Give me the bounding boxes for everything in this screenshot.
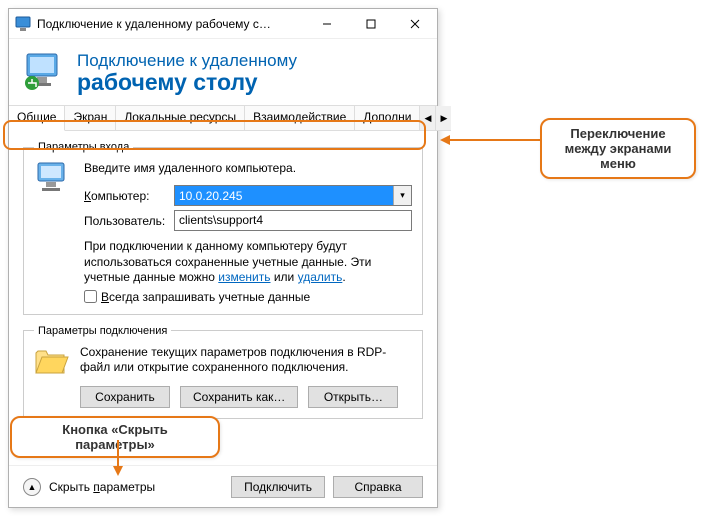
user-field: clients\support4 <box>174 210 412 231</box>
close-button[interactable] <box>393 9 437 39</box>
annotation-arrow-down <box>112 440 114 472</box>
rdp-app-icon <box>15 16 31 32</box>
help-button[interactable]: Справка <box>333 476 423 498</box>
tab-general[interactable]: Общие <box>9 106 65 131</box>
annotation-callout-hide: Кнопка «Скрыть параметры» <box>10 416 220 458</box>
titlebar: Подключение к удаленному рабочему с… <box>9 9 437 39</box>
link-delete-credentials[interactable]: удалить <box>298 270 343 284</box>
connection-text: Сохранение текущих параметров подключени… <box>80 345 412 376</box>
tab-scroll: ◀ ▶ <box>419 106 451 131</box>
computer-input[interactable] <box>175 186 393 205</box>
link-edit-credentials[interactable]: изменить <box>218 270 270 284</box>
tab-scroll-left[interactable]: ◀ <box>419 106 435 130</box>
computer-combobox[interactable]: ▾ <box>174 185 412 206</box>
header-text: Подключение к удаленному рабочему столу <box>77 51 297 94</box>
connection-group: Параметры подключения Сохранение текущих… <box>23 325 423 419</box>
window-title: Подключение к удаленному рабочему с… <box>37 17 305 31</box>
login-intro: Введите имя удаленного компьютера. <box>84 161 412 175</box>
tab-experience[interactable]: Взаимодействие <box>245 106 355 131</box>
always-ask-checkbox[interactable] <box>84 290 97 303</box>
header-line1: Подключение к удаленному <box>77 51 297 71</box>
connect-button[interactable]: Подключить <box>231 476 325 498</box>
tab-content: Параметры входа Введите имя удаленного к… <box>9 131 437 431</box>
tab-scroll-right[interactable]: ▶ <box>435 106 451 130</box>
minimize-button[interactable] <box>305 9 349 39</box>
login-group: Параметры входа Введите имя удаленного к… <box>23 141 423 315</box>
hide-params-label[interactable]: Скрыть параметры <box>49 480 155 494</box>
computer-icon <box>34 161 74 200</box>
rdp-header-icon <box>23 52 67 92</box>
computer-dropdown-button[interactable]: ▾ <box>393 186 411 205</box>
open-button[interactable]: Открыть… <box>308 386 398 408</box>
window-controls <box>305 9 437 39</box>
credentials-note: При подключении к данному компьютеру буд… <box>84 239 412 286</box>
tab-advanced[interactable]: Дополни <box>355 106 419 131</box>
hide-params-toggle[interactable]: ▲ <box>23 478 41 496</box>
folder-icon <box>34 345 70 380</box>
user-label: Пользователь: <box>84 214 174 228</box>
footer: ▲ Скрыть параметры Подключить Справка <box>9 465 437 507</box>
computer-label: Компьютер: <box>84 189 174 203</box>
connection-group-title: Параметры подключения <box>34 325 171 337</box>
login-group-title: Параметры входа <box>34 141 133 153</box>
always-ask-label: Всегда запрашивать учетные данные <box>101 290 310 304</box>
annotation-callout-tabs: Переключение между экранами меню <box>540 118 696 179</box>
save-as-button[interactable]: Сохранить как… <box>180 386 298 408</box>
tab-strip: Общие Экран Локальные ресурсы Взаимодейс… <box>9 105 437 131</box>
annotation-arrow-right <box>440 134 540 136</box>
tab-local-resources[interactable]: Локальные ресурсы <box>116 106 245 131</box>
header: Подключение к удаленному рабочему столу <box>9 39 437 105</box>
header-line2: рабочему столу <box>77 71 297 94</box>
save-button[interactable]: Сохранить <box>80 386 170 408</box>
maximize-button[interactable] <box>349 9 393 39</box>
tab-display[interactable]: Экран <box>65 106 116 131</box>
